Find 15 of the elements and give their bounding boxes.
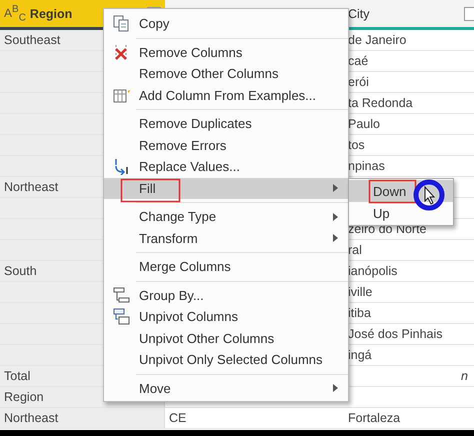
- unpivot-icon: [112, 308, 130, 326]
- table-cell: Northeast: [0, 408, 165, 429]
- table-cell: Fortaleza: [344, 408, 474, 429]
- menu-item[interactable]: Fill: [104, 178, 348, 199]
- cursor-icon: [424, 186, 436, 205]
- annotation-frame: [368, 180, 416, 204]
- annotation-frame: [120, 178, 180, 202]
- cursor-highlight-ring: [414, 180, 444, 210]
- group-icon: [112, 286, 130, 304]
- replace-icon: [112, 158, 130, 176]
- copy-icon: [112, 15, 130, 32]
- table-cell: CE: [165, 408, 344, 429]
- dropdown-button[interactable]: [464, 6, 474, 20]
- column-header[interactable]: City: [344, 0, 474, 30]
- table-icon: [112, 86, 130, 104]
